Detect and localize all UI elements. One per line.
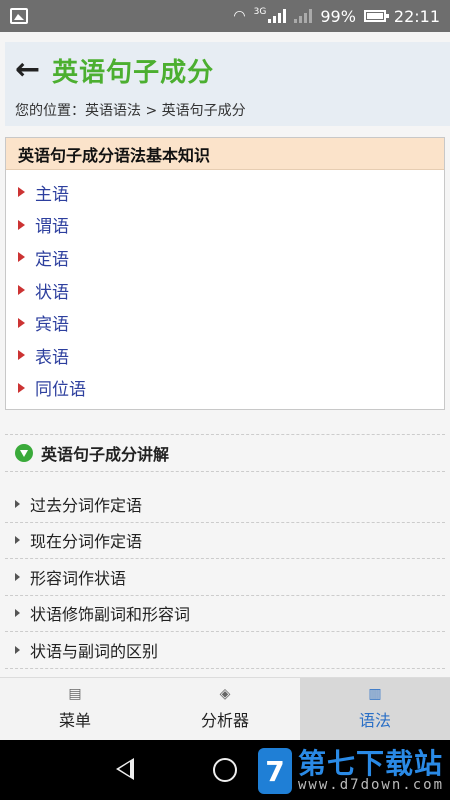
nav-tab-label: 分析器: [200, 711, 249, 730]
watermark-url: www.d7down.com: [298, 777, 445, 794]
list-icon: ▤: [68, 686, 82, 702]
list-item-label[interactable]: 定语: [35, 245, 69, 270]
list-item-label[interactable]: 状语修饰副词和形容词: [30, 601, 190, 625]
list-item[interactable]: 过去分词作定语: [5, 486, 445, 523]
list-item-label[interactable]: 现在分词作定语: [30, 528, 142, 552]
breadcrumb-prefix: 您的位置：: [15, 103, 85, 119]
wifi-icon: ◠: [233, 8, 246, 24]
status-bar: ◠ 3G 99% 22:11: [0, 0, 450, 32]
battery-icon: [363, 10, 389, 22]
list-item-label[interactable]: 状语: [35, 278, 69, 303]
system-home-icon[interactable]: [213, 758, 237, 782]
nav-tab-analyzer[interactable]: ◈ 分析器: [150, 678, 300, 740]
small-triangle-icon: [15, 499, 20, 508]
breadcrumb-link-grammar[interactable]: 英语语法: [85, 103, 141, 119]
signal-secondary-icon: [294, 9, 313, 23]
bottom-navigation: ▤ 菜单 ◈ 分析器 ▥ 语法: [0, 677, 450, 740]
site-watermark: 7 第七下载站 www.d7down.com: [258, 744, 448, 798]
explain-section-title: 英语句子成分讲解: [41, 445, 170, 464]
green-down-arrow-icon: [15, 444, 33, 462]
network-type: 3G: [253, 7, 267, 17]
list-item-label[interactable]: 过去分词作定语: [30, 492, 142, 516]
layers-icon: ◈: [219, 686, 231, 702]
back-arrow-icon[interactable]: ←: [15, 55, 40, 85]
watermark-logo: 7: [258, 748, 292, 794]
triangle-bullet-icon: [18, 252, 25, 263]
breadcrumb-separator: >: [141, 103, 162, 119]
breadcrumb-link-current[interactable]: 英语句子成分: [162, 103, 246, 119]
list-item[interactable]: 状语: [14, 274, 444, 307]
signal-icon: [268, 9, 287, 23]
nav-tab-grammar[interactable]: ▥ 语法: [300, 678, 450, 740]
status-time: 22:11: [393, 6, 440, 26]
nav-tab-label: 语法: [358, 711, 391, 730]
small-triangle-icon: [15, 609, 20, 618]
nav-tab-label: 菜单: [58, 711, 91, 730]
explain-section-header: 英语句子成分讲解: [5, 434, 445, 472]
small-triangle-icon: [15, 572, 20, 581]
nav-tab-menu[interactable]: ▤ 菜单: [0, 678, 150, 740]
triangle-bullet-icon: [18, 187, 25, 198]
basic-knowledge-box: 英语句子成分语法基本知识 主语 谓语 定语 状语 宾语 表语 同位语: [5, 137, 445, 410]
book-icon: ▥: [368, 686, 382, 702]
list-item-label[interactable]: 形容词作状语: [30, 565, 126, 589]
list-item-label[interactable]: 同位语: [35, 375, 86, 400]
breadcrumb: 您的位置：英语语法 > 英语句子成分: [15, 100, 440, 120]
explain-section: 英语句子成分讲解 过去分词作定语 现在分词作定语 形容词作状语 状语修饰副词和形…: [5, 434, 445, 678]
list-item[interactable]: 状语与副词的区别: [5, 632, 445, 669]
list-item-label[interactable]: 主语: [35, 180, 69, 205]
list-item[interactable]: 主语: [14, 176, 444, 209]
list-item[interactable]: 形容词作状语: [5, 559, 445, 596]
watermark-title: 第七下载站: [298, 746, 444, 780]
triangle-bullet-icon: [18, 317, 25, 328]
system-back-icon[interactable]: [116, 758, 134, 780]
list-item[interactable]: 谓语: [14, 209, 444, 242]
small-triangle-icon: [15, 645, 20, 654]
battery-percent: 99%: [320, 6, 356, 26]
page-title: 英语句子成分: [52, 57, 215, 88]
basic-knowledge-title: 英语句子成分语法基本知识: [6, 138, 444, 170]
triangle-bullet-icon: [18, 382, 25, 393]
list-item-label[interactable]: 表语: [35, 343, 69, 368]
list-item-label[interactable]: 谓语: [35, 212, 69, 237]
triangle-bullet-icon: [18, 219, 25, 230]
list-item-label[interactable]: 状语与副词的区别: [30, 638, 158, 662]
list-item[interactable]: 同位语: [14, 372, 444, 405]
list-item[interactable]: 状语修饰副词和形容词: [5, 596, 445, 632]
list-item-label[interactable]: 宾语: [35, 310, 69, 335]
gallery-notification-icon: [10, 8, 28, 24]
triangle-bullet-icon: [18, 285, 25, 296]
basic-knowledge-list: 主语 谓语 定语 状语 宾语 表语 同位语: [6, 170, 444, 404]
triangle-bullet-icon: [18, 350, 25, 361]
list-item[interactable]: 定语: [14, 241, 444, 274]
list-item[interactable]: 现在分词作定语: [5, 523, 445, 559]
page-header: ← 英语句子成分 您的位置：英语语法 > 英语句子成分: [5, 42, 450, 126]
list-item[interactable]: 表语: [14, 339, 444, 372]
list-item[interactable]: 宾语: [14, 306, 444, 339]
explain-list: 过去分词作定语 现在分词作定语 形容词作状语 状语修饰副词和形容词 状语与副词的…: [5, 486, 445, 669]
small-triangle-icon: [15, 536, 20, 545]
